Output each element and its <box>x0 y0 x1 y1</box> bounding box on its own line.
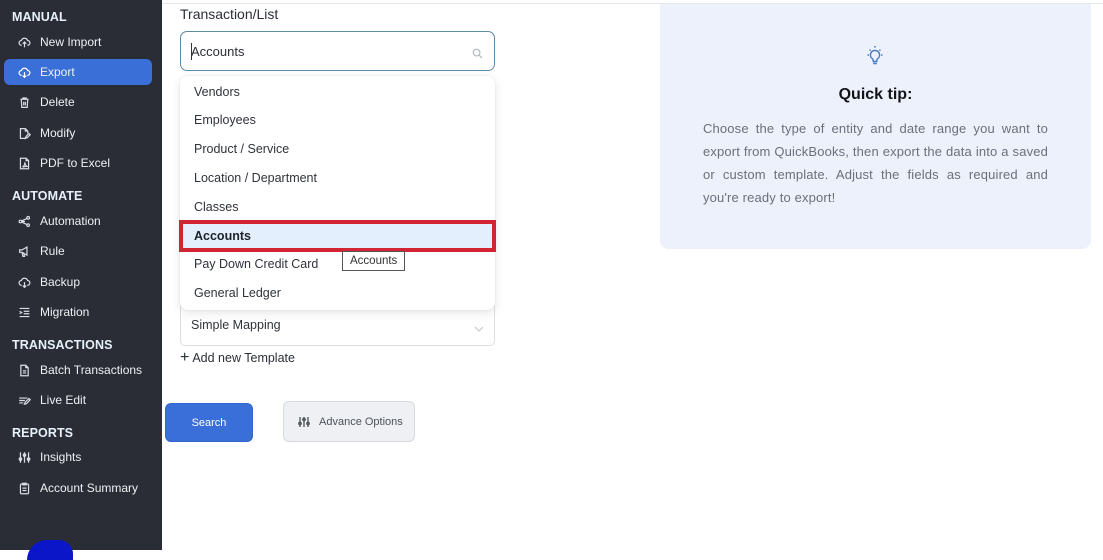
section-title-automate: AUTOMATE <box>12 189 83 203</box>
chevron-down-icon <box>474 320 484 332</box>
template-select-value: Simple Mapping <box>191 318 281 332</box>
trash-icon <box>17 95 31 109</box>
dropdown-option-general-ledger[interactable]: General Ledger <box>180 279 495 307</box>
sidebar-item-account-summary[interactable]: Account Summary <box>4 475 152 501</box>
cloud-backup-icon <box>17 275 31 289</box>
sidebar-item-label: Live Edit <box>40 393 87 407</box>
sidebar-item-batch-transactions[interactable]: Batch Transactions <box>4 357 152 383</box>
sidebar-item-label: Rule <box>40 244 65 258</box>
blue-overlay-shape <box>27 540 73 560</box>
cloud-upload-icon <box>17 35 31 49</box>
sidebar-item-label: Batch Transactions <box>40 363 143 377</box>
sidebar-item-modify[interactable]: Modify <box>4 120 152 146</box>
sidebar-item-backup[interactable]: Backup <box>4 269 152 295</box>
sidebar-item-pdf-to-excel[interactable]: PDF to Excel <box>4 150 152 176</box>
transaction-search-input[interactable] <box>191 43 461 59</box>
dropdown-option-accounts[interactable]: Accounts <box>179 220 496 252</box>
cloud-download-icon <box>17 65 31 79</box>
lightbulb-icon <box>863 44 887 68</box>
search-icon[interactable] <box>472 46 483 59</box>
indent-list-icon <box>17 305 31 319</box>
sidebar-item-label: Backup <box>40 275 81 289</box>
sidebar-item-insights[interactable]: Insights <box>4 444 152 470</box>
dropdown-option-location-department[interactable]: Location / Department <box>180 164 495 192</box>
dropdown-option-vendors[interactable]: Vendors <box>180 78 495 106</box>
sidebar-item-label: Modify <box>40 126 76 140</box>
sidebar-item-export[interactable]: Export <box>4 59 152 85</box>
dropdown-option-classes[interactable]: Classes <box>180 193 495 221</box>
transaction-list-label: Transaction/List <box>180 6 279 22</box>
sidebar-item-label: Delete <box>40 95 75 109</box>
pdf-file-icon <box>17 156 31 170</box>
sliders-icon <box>17 450 31 464</box>
document-icon <box>17 363 31 377</box>
quick-tip-text: Choose the type of entity and date range… <box>703 121 1048 205</box>
sidebar-item-label: New Import <box>40 35 102 49</box>
transaction-list-dropdown: Vendors Employees Product / Service Loca… <box>179 76 496 310</box>
sidebar-item-label: Account Summary <box>40 481 139 495</box>
dropdown-option-pay-down-credit-card[interactable]: Pay Down Credit Card <box>180 250 495 278</box>
text-caret <box>191 43 192 60</box>
search-button[interactable]: Search <box>165 403 253 442</box>
advance-options-label: Advance Options <box>319 415 403 428</box>
transaction-list-search[interactable] <box>180 31 495 71</box>
add-new-template-link[interactable]: + Add new Template <box>180 349 295 366</box>
quick-tip-title: Quick tip: <box>838 86 913 103</box>
sidebar-item-new-import[interactable]: New Import <box>4 29 152 55</box>
sidebar-item-migration[interactable]: Migration <box>4 299 152 325</box>
clipboard-icon <box>17 481 31 495</box>
sidebar-item-automation[interactable]: Automation <box>4 208 152 234</box>
sidebar-item-delete[interactable]: Delete <box>4 89 152 115</box>
sidebar-item-rule[interactable]: Rule <box>4 238 152 264</box>
sidebar-item-label: Insights <box>40 450 82 464</box>
edit-file-icon <box>17 126 31 140</box>
section-title-reports: REPORTS <box>12 426 74 440</box>
section-title-manual: MANUAL <box>12 10 67 24</box>
live-edit-icon <box>17 393 31 407</box>
advance-options-button[interactable]: Advance Options <box>283 401 415 442</box>
dropdown-option-employees[interactable]: Employees <box>180 106 495 134</box>
sidebar-item-label: Automation <box>40 214 101 228</box>
sidebar-item-live-edit[interactable]: Live Edit <box>4 387 152 413</box>
plus-icon: + <box>180 349 190 366</box>
sliders-icon <box>298 416 310 428</box>
tooltip: Accounts <box>342 251 406 271</box>
share-nodes-icon <box>17 214 31 228</box>
add-template-label: Add new Template <box>192 351 295 365</box>
sidebar-item-label: Export <box>40 65 75 79</box>
sidebar-item-label: PDF to Excel <box>40 156 111 170</box>
sidebar-item-label: Migration <box>40 305 90 319</box>
sidebar: MANUAL New Import Export Delete Modify P… <box>0 0 162 560</box>
section-title-transactions: TRANSACTIONS <box>12 338 113 352</box>
dropdown-option-product-service[interactable]: Product / Service <box>180 135 495 163</box>
megaphone-icon <box>17 244 31 258</box>
